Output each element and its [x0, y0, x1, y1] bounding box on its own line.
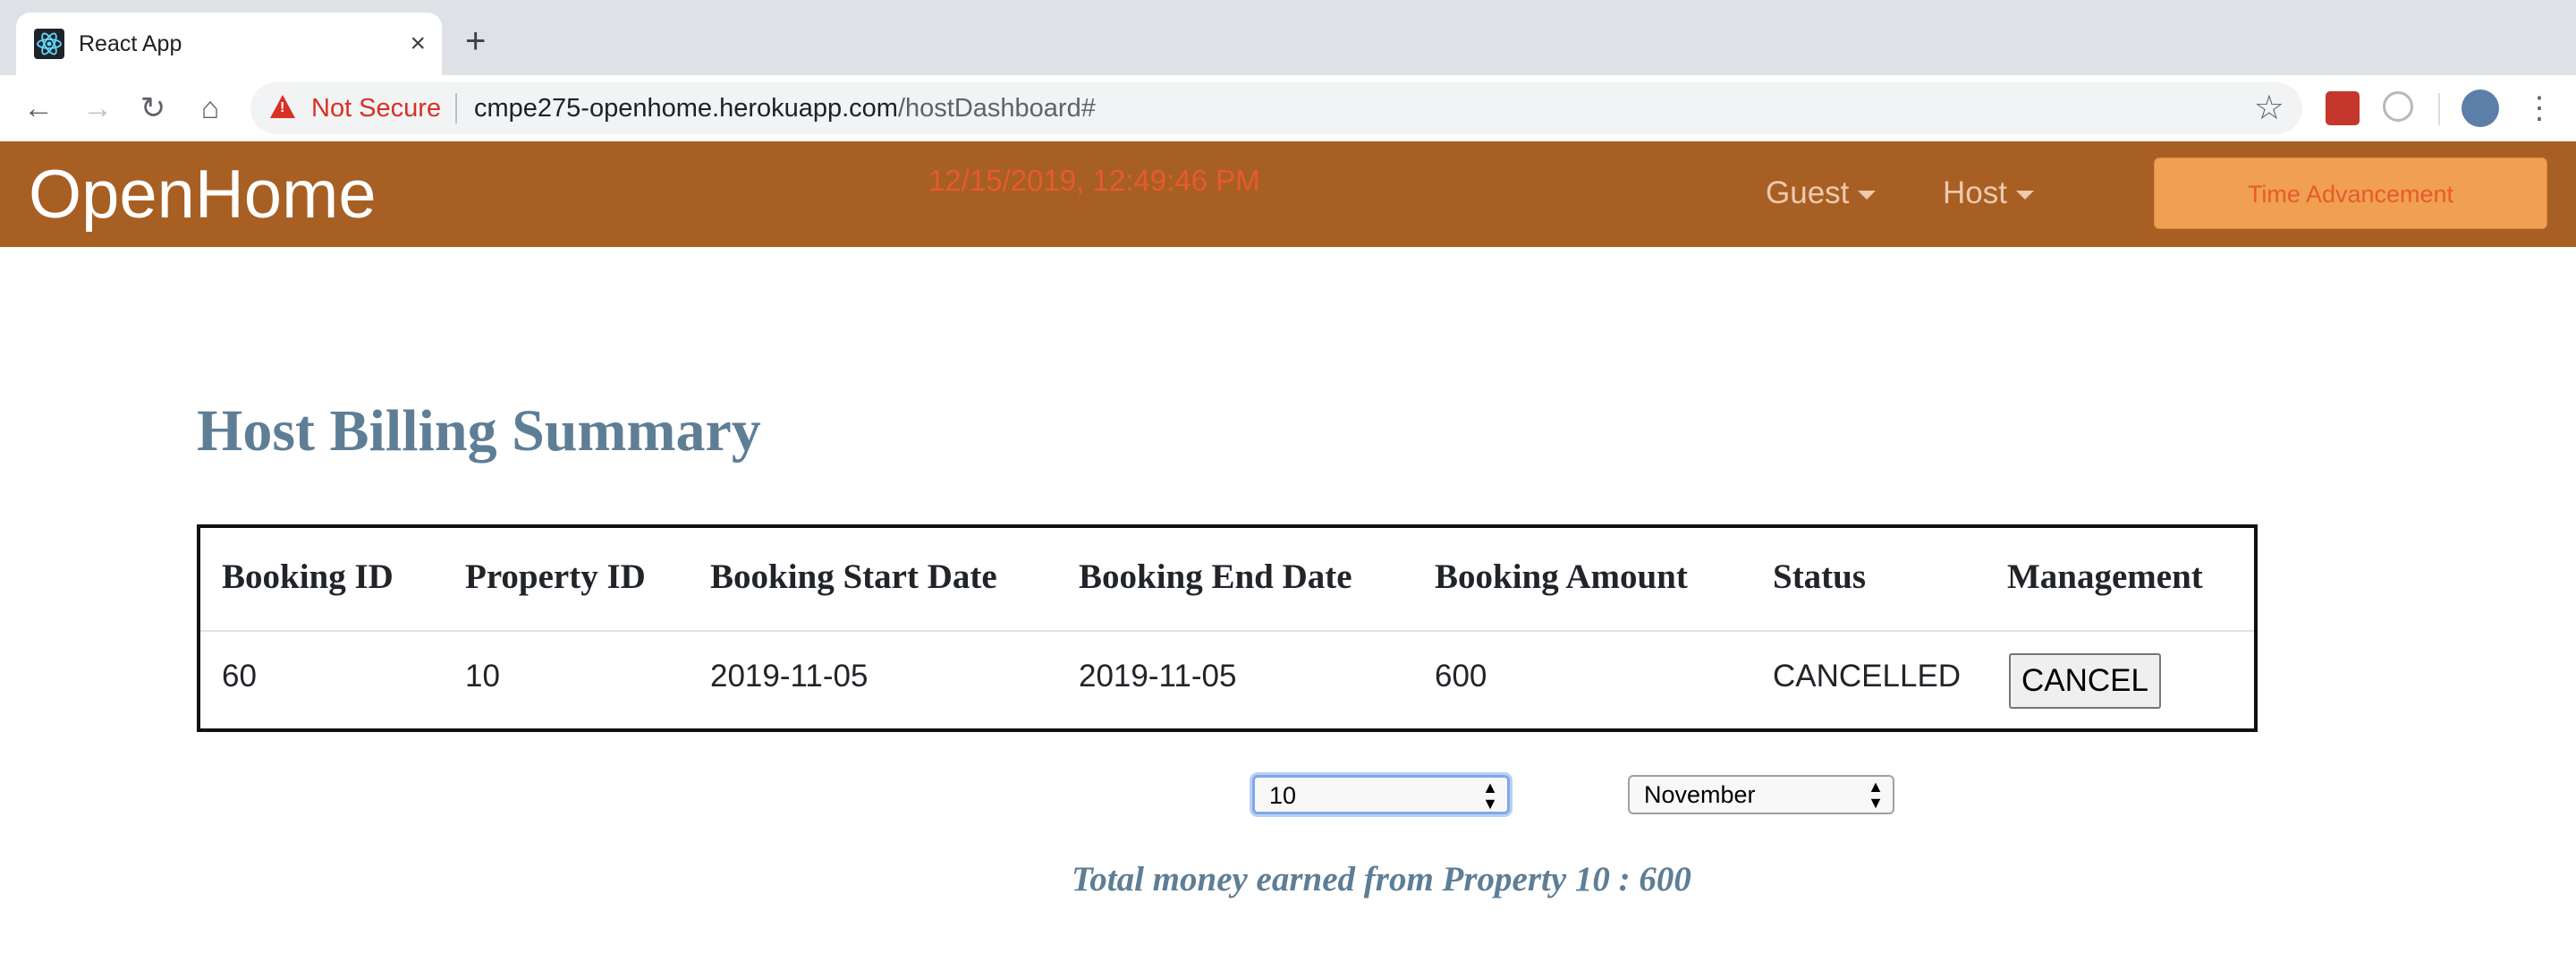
home-icon[interactable]: ⌂: [190, 88, 231, 129]
extension-icon[interactable]: [2383, 91, 2413, 122]
time-advancement-button[interactable]: Time Advancement: [2154, 157, 2547, 229]
cell-amount: 600: [1435, 659, 1487, 694]
warning-icon: !: [270, 95, 295, 118]
tab-title: React App: [79, 31, 182, 56]
cell-end-date: 2019-11-05: [1079, 659, 1237, 694]
guest-menu[interactable]: Guest: [1766, 174, 1877, 213]
new-tab-icon[interactable]: +: [465, 23, 486, 59]
extension-icon[interactable]: [2326, 91, 2360, 125]
close-tab-icon[interactable]: ×: [410, 29, 426, 59]
header-management: Management: [2007, 558, 2203, 596]
reload-icon[interactable]: ↻: [132, 88, 174, 129]
header-status: Status: [1773, 558, 1867, 596]
header-amount: Booking Amount: [1435, 558, 1688, 596]
header-start-date: Booking Start Date: [710, 558, 997, 596]
property-select-value: 10: [1269, 782, 1297, 809]
browser-tab[interactable]: React App ×: [16, 13, 442, 75]
host-menu[interactable]: Host: [1943, 174, 2034, 213]
current-time: 12/15/2019, 12:49:46 PM: [928, 164, 1260, 197]
profile-avatar[interactable]: [2462, 89, 2499, 127]
total-earned-text: Total money earned from Property 10 : 60…: [1072, 860, 1691, 898]
header-property-id: Property ID: [465, 558, 646, 596]
browser-menu-icon[interactable]: ⋮: [2524, 88, 2555, 129]
address-bar[interactable]: ! Not Secure cmpe275-openhome.herokuapp.…: [250, 82, 2302, 134]
cell-status: CANCELLED: [1773, 659, 1962, 694]
cell-property-id: 10: [465, 659, 500, 694]
brand-logo[interactable]: OpenHome: [29, 150, 377, 240]
bookmark-star-icon[interactable]: ☆: [2254, 89, 2284, 127]
month-select[interactable]: November ▲ ▼: [1628, 775, 1894, 814]
url-host: cmpe275-openhome.herokuapp.com: [474, 94, 898, 123]
back-arrow-icon[interactable]: ←: [18, 88, 59, 129]
billing-table: Booking ID Property ID Booking Start Dat…: [197, 524, 2258, 732]
app-navbar: OpenHome 12/15/2019, 12:49:46 PM Guest H…: [0, 141, 2576, 247]
url-text[interactable]: cmpe275-openhome.herokuapp.com/hostDashb…: [474, 95, 1096, 122]
host-menu-label: Host: [1943, 175, 2007, 210]
omnibox-divider: [455, 93, 457, 123]
browser-tabstrip: React App × +: [0, 0, 2576, 75]
table-header: Booking ID Property ID Booking Start Dat…: [200, 528, 2254, 632]
forward-arrow-icon[interactable]: →: [77, 88, 118, 129]
caret-down-icon: [2015, 190, 2034, 200]
react-favicon-icon: [34, 29, 64, 59]
select-arrows-icon: ▲ ▼: [1482, 779, 1498, 813]
property-select[interactable]: 10 ▲ ▼: [1252, 775, 1510, 814]
select-arrows-icon: ▲ ▼: [1868, 778, 1884, 812]
url-path: /hostDashboard#: [897, 94, 1096, 123]
caret-down-icon: [1858, 190, 1877, 200]
month-select-value: November: [1644, 781, 1756, 808]
toolbar-divider: [2438, 93, 2440, 125]
page-title: Host Billing Summary: [197, 398, 761, 464]
cancel-booking-button[interactable]: CANCEL: [2009, 653, 2161, 709]
security-label[interactable]: Not Secure: [311, 95, 441, 122]
browser-toolbar: ← → ↻ ⌂ ! Not Secure cmpe275-openhome.he…: [0, 75, 2576, 142]
header-end-date: Booking End Date: [1079, 558, 1352, 596]
guest-menu-label: Guest: [1766, 175, 1850, 210]
cell-booking-id: 60: [222, 659, 257, 694]
header-booking-id: Booking ID: [222, 558, 394, 596]
cell-start-date: 2019-11-05: [710, 659, 869, 694]
